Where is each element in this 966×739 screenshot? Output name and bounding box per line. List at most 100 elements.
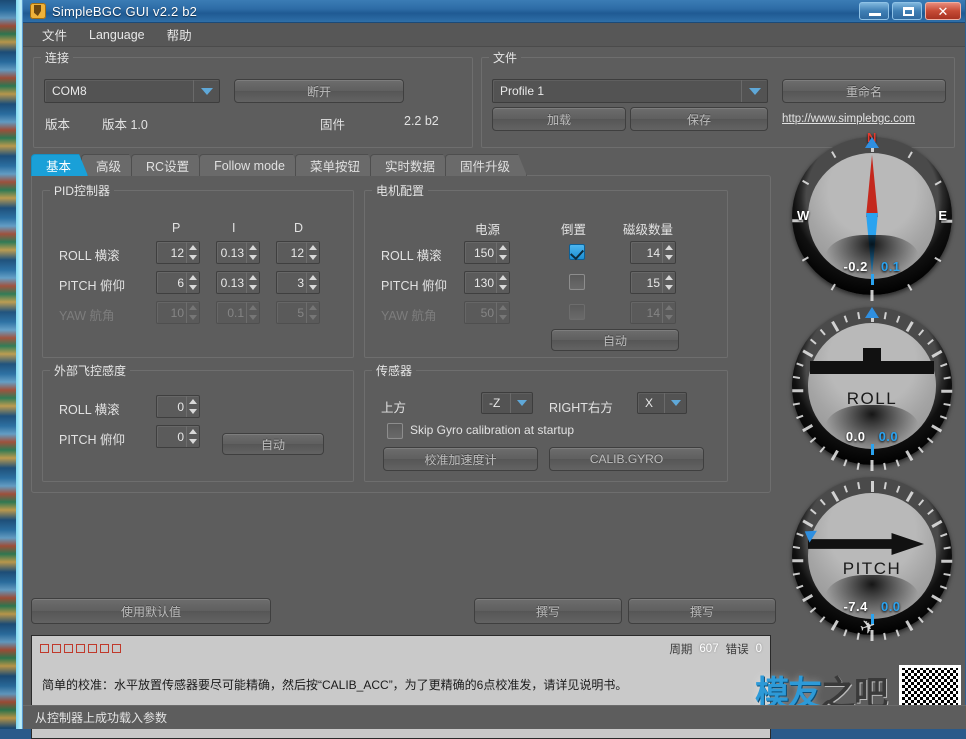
spinner-buttons[interactable]	[246, 242, 259, 263]
gauge-pitch-readout: -7.4 0.0	[788, 599, 956, 614]
tab-advanced[interactable]: 高级	[81, 154, 138, 176]
firmware-label: 固件	[320, 118, 346, 132]
pid-yaw-i-value: 0.1	[227, 305, 244, 320]
extfc-pitch-value[interactable]: 0	[156, 425, 200, 448]
spinner-buttons[interactable]	[306, 272, 319, 293]
tab-basic[interactable]: 基本	[31, 154, 88, 176]
console-message: 简单的校准：水平放置传感器要尽可能精确，然后按“CALIB_ACC”，为了更精确…	[42, 678, 628, 692]
tab-realtime-data[interactable]: 实时数据	[370, 154, 452, 176]
write-button-1[interactable]: 撰写	[474, 598, 622, 624]
pid-roll-p-value: 12	[170, 245, 184, 260]
connection-panel: 连接 COM8 断开 版本 版本 1.0 固件 2.2 b2	[33, 49, 473, 148]
tab-rc[interactable]: RC设置	[131, 154, 206, 176]
pid-pitch-d[interactable]: 3	[276, 271, 320, 294]
cycle-label: 周期	[669, 643, 693, 656]
extfc-roll-value[interactable]: 0	[156, 395, 200, 418]
use-defaults-button[interactable]: 使用默认值	[31, 598, 271, 624]
extfc-auto-button[interactable]: 自动	[222, 433, 324, 455]
motor-auto-button[interactable]: 自动	[551, 329, 679, 351]
pid-legend: PID控制器	[50, 182, 115, 199]
save-button[interactable]: 保存	[630, 107, 768, 131]
rename-button[interactable]: 重命名	[782, 79, 946, 103]
spinner-buttons	[496, 302, 509, 323]
chevron-down-icon[interactable]	[193, 80, 219, 102]
spinner-buttons	[186, 302, 199, 323]
chevron-down-icon[interactable]	[741, 80, 767, 102]
status-bar-text: 从控制器上成功载入参数	[35, 711, 168, 725]
spinner-buttons[interactable]	[662, 242, 675, 263]
pid-pitch-i[interactable]: 0.13	[216, 271, 260, 294]
motor-yaw-power: 50	[464, 301, 510, 324]
console-indicator-boxes	[40, 644, 121, 653]
tab-panel-basic: PID控制器 P I D ROLL 横滚 12 0.13 12 PITCH 俯仰…	[31, 175, 771, 493]
calibrate-gyro-button[interactable]: CALIB.GYRO	[549, 447, 704, 471]
menu-item-file[interactable]: 文件	[31, 22, 78, 47]
tab-firmware-upgrade[interactable]: 固件升级	[445, 154, 527, 176]
menu-item-language[interactable]: Language	[78, 25, 156, 45]
menu-item-help[interactable]: 帮助	[156, 22, 203, 47]
pid-roll-p[interactable]: 12	[156, 241, 200, 264]
spinner-buttons[interactable]	[496, 242, 509, 263]
tab-menu-button[interactable]: 菜单按钮	[295, 154, 377, 176]
pid-yaw-i: 0.1	[216, 301, 260, 324]
profile-select[interactable]: Profile 1	[492, 79, 768, 103]
spinner-buttons[interactable]	[306, 242, 319, 263]
pid-column-i: I	[232, 221, 236, 235]
pid-row-pitch-label: PITCH 俯仰	[59, 279, 125, 293]
motor-row-yaw-label: YAW 航角	[381, 309, 437, 323]
motor-roll-invert-checkbox[interactable]	[569, 244, 585, 260]
simplebgc-link[interactable]: http://www.simplebgc.com	[782, 113, 915, 125]
pid-panel: PID控制器 P I D ROLL 横滚 12 0.13 12 PITCH 俯仰…	[42, 182, 354, 358]
motor-roll-poles[interactable]: 14	[630, 241, 676, 264]
spinner-buttons[interactable]	[186, 396, 199, 417]
close-button[interactable]: ✕	[925, 2, 961, 20]
pid-pitch-p[interactable]: 6	[156, 271, 200, 294]
pid-column-p: P	[172, 221, 181, 235]
java-coffee-icon	[30, 3, 46, 19]
pid-roll-i[interactable]: 0.13	[216, 241, 260, 264]
spinner-buttons[interactable]	[246, 272, 259, 293]
error-label: 错误	[725, 643, 749, 656]
disconnect-button[interactable]: 断开	[234, 79, 404, 103]
load-button[interactable]: 加载	[492, 107, 626, 131]
spinner-buttons[interactable]	[186, 426, 199, 447]
sensor-top-select[interactable]: -Z	[481, 392, 533, 414]
spinner-buttons[interactable]	[186, 242, 199, 263]
write-button-2[interactable]: 撰写	[628, 598, 776, 624]
com-port-value: COM8	[52, 84, 87, 98]
pid-pitch-p-value: 6	[177, 275, 184, 290]
gauge-pitch: PITCH -7.4 0.0 ✈	[788, 473, 956, 641]
motor-column-invert: 倒置	[561, 223, 587, 237]
motor-roll-poles-value: 14	[646, 245, 660, 260]
extfc-pitch-label: PITCH 俯仰	[59, 433, 125, 447]
calibrate-accelerometer-button[interactable]: 校准加速度计	[383, 447, 538, 471]
minimize-button[interactable]	[859, 2, 889, 20]
gauge-yaw: W E N -0.2 0.1	[788, 130, 956, 301]
menu-bar: 文件 Language 帮助	[23, 23, 965, 47]
spinner-buttons[interactable]	[496, 272, 509, 293]
com-port-select[interactable]: COM8	[44, 79, 220, 103]
title-bar: SimpleBGC GUI v2.2 b2 ✕	[23, 0, 965, 23]
gauge-yaw-blue-value: 0.1	[880, 259, 901, 274]
chevron-down-icon[interactable]	[664, 393, 686, 413]
spinner-buttons[interactable]	[186, 272, 199, 293]
motor-pitch-poles[interactable]: 15	[630, 271, 676, 294]
motor-yaw-poles: 14	[630, 301, 676, 324]
skip-gyro-checkbox[interactable]	[387, 423, 403, 439]
motor-pitch-power[interactable]: 130	[464, 271, 510, 294]
gauge-roll: ROLL 0.0 0.0	[788, 303, 956, 471]
spinner-buttons	[246, 302, 259, 323]
pid-roll-d[interactable]: 12	[276, 241, 320, 264]
spinner-buttons[interactable]	[662, 272, 675, 293]
chevron-down-icon[interactable]	[510, 393, 532, 413]
gauge-roll-readout: 0.0 0.0	[788, 429, 956, 444]
motor-roll-power[interactable]: 150	[464, 241, 510, 264]
motor-column-poles: 磁级数量	[623, 223, 674, 237]
motor-pitch-invert-checkbox[interactable]	[569, 274, 585, 290]
sensor-right-select[interactable]: X	[637, 392, 687, 414]
external-fc-legend: 外部飞控感度	[50, 362, 131, 379]
sensor-top-value: -Z	[489, 396, 501, 410]
tab-follow-mode[interactable]: Follow mode	[199, 154, 302, 176]
sensor-legend: 传感器	[372, 362, 417, 379]
maximize-button[interactable]	[892, 2, 922, 20]
